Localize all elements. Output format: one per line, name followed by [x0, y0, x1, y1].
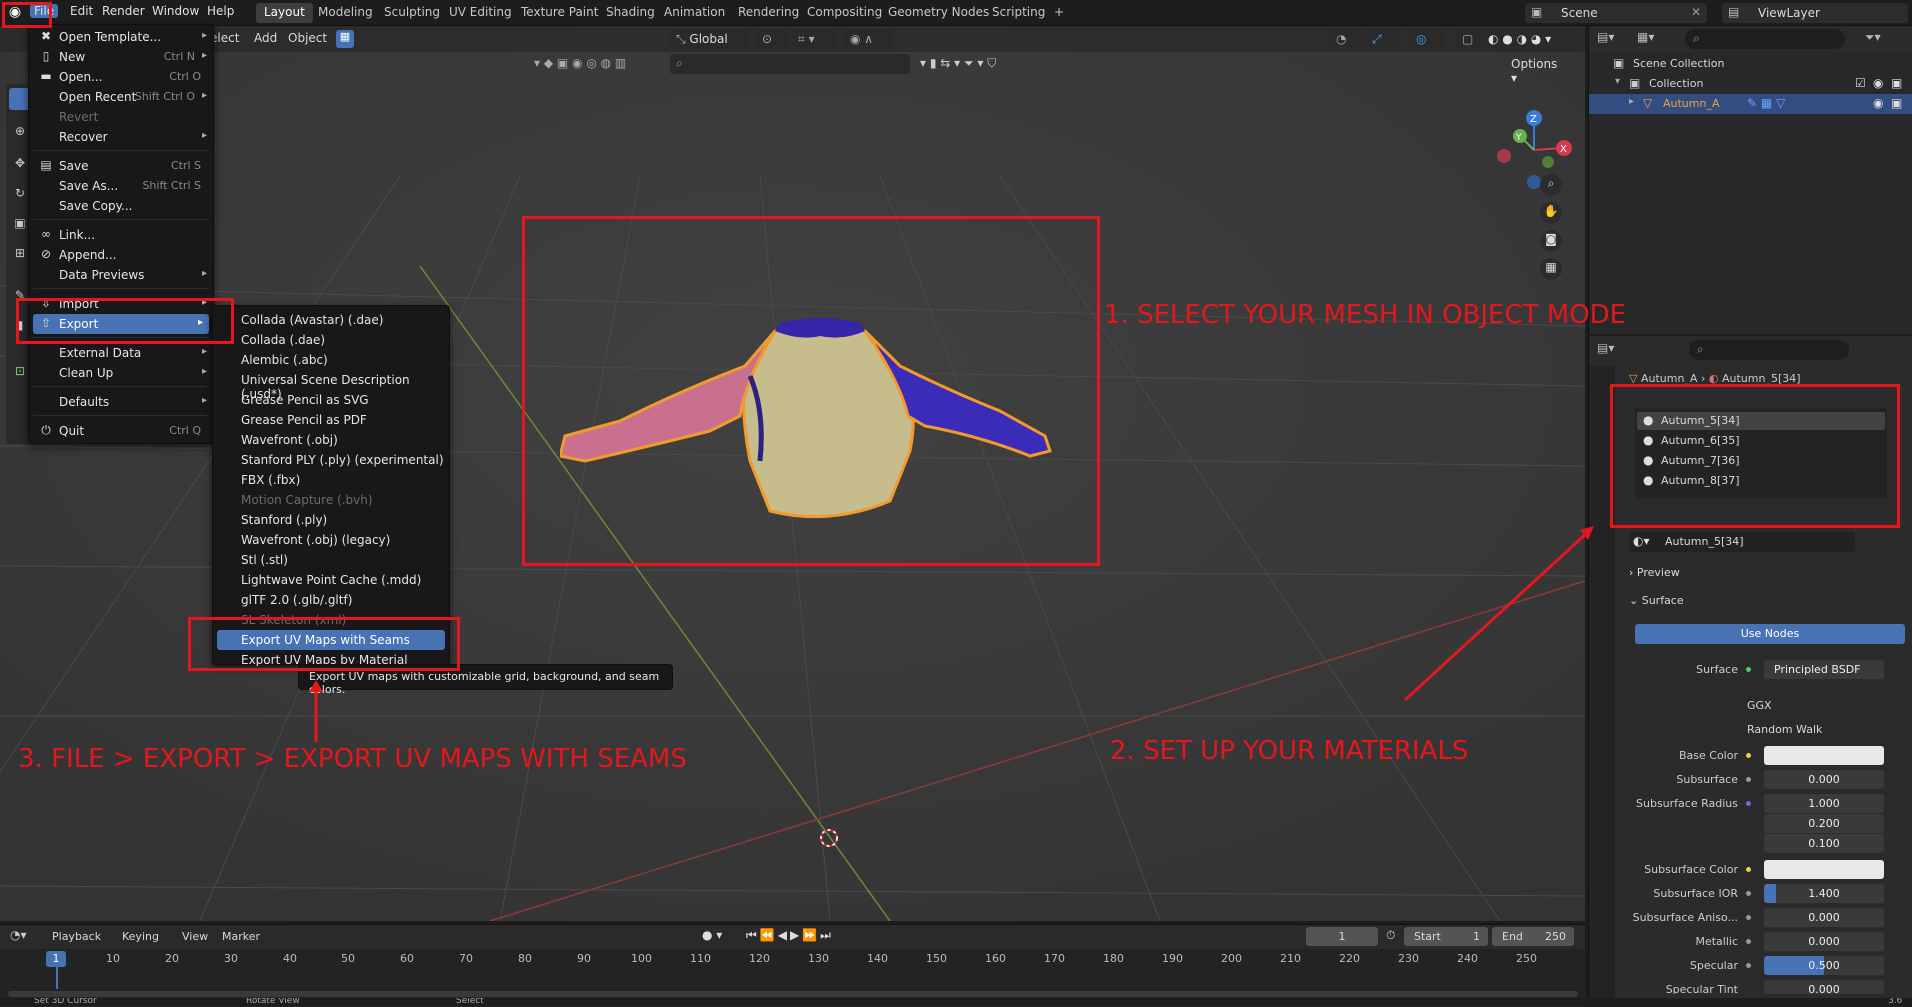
annotation-arrows	[309, 526, 1594, 742]
annotation-step-2: 2. SET UP YOUR MATERIALS	[1110, 736, 1469, 766]
annotation-step-1: 1. SELECT YOUR MESH IN OBJECT MODE	[1104, 300, 1627, 330]
annotation-step-3: 3. FILE > EXPORT > EXPORT UV MAPS WITH S…	[18, 744, 687, 774]
